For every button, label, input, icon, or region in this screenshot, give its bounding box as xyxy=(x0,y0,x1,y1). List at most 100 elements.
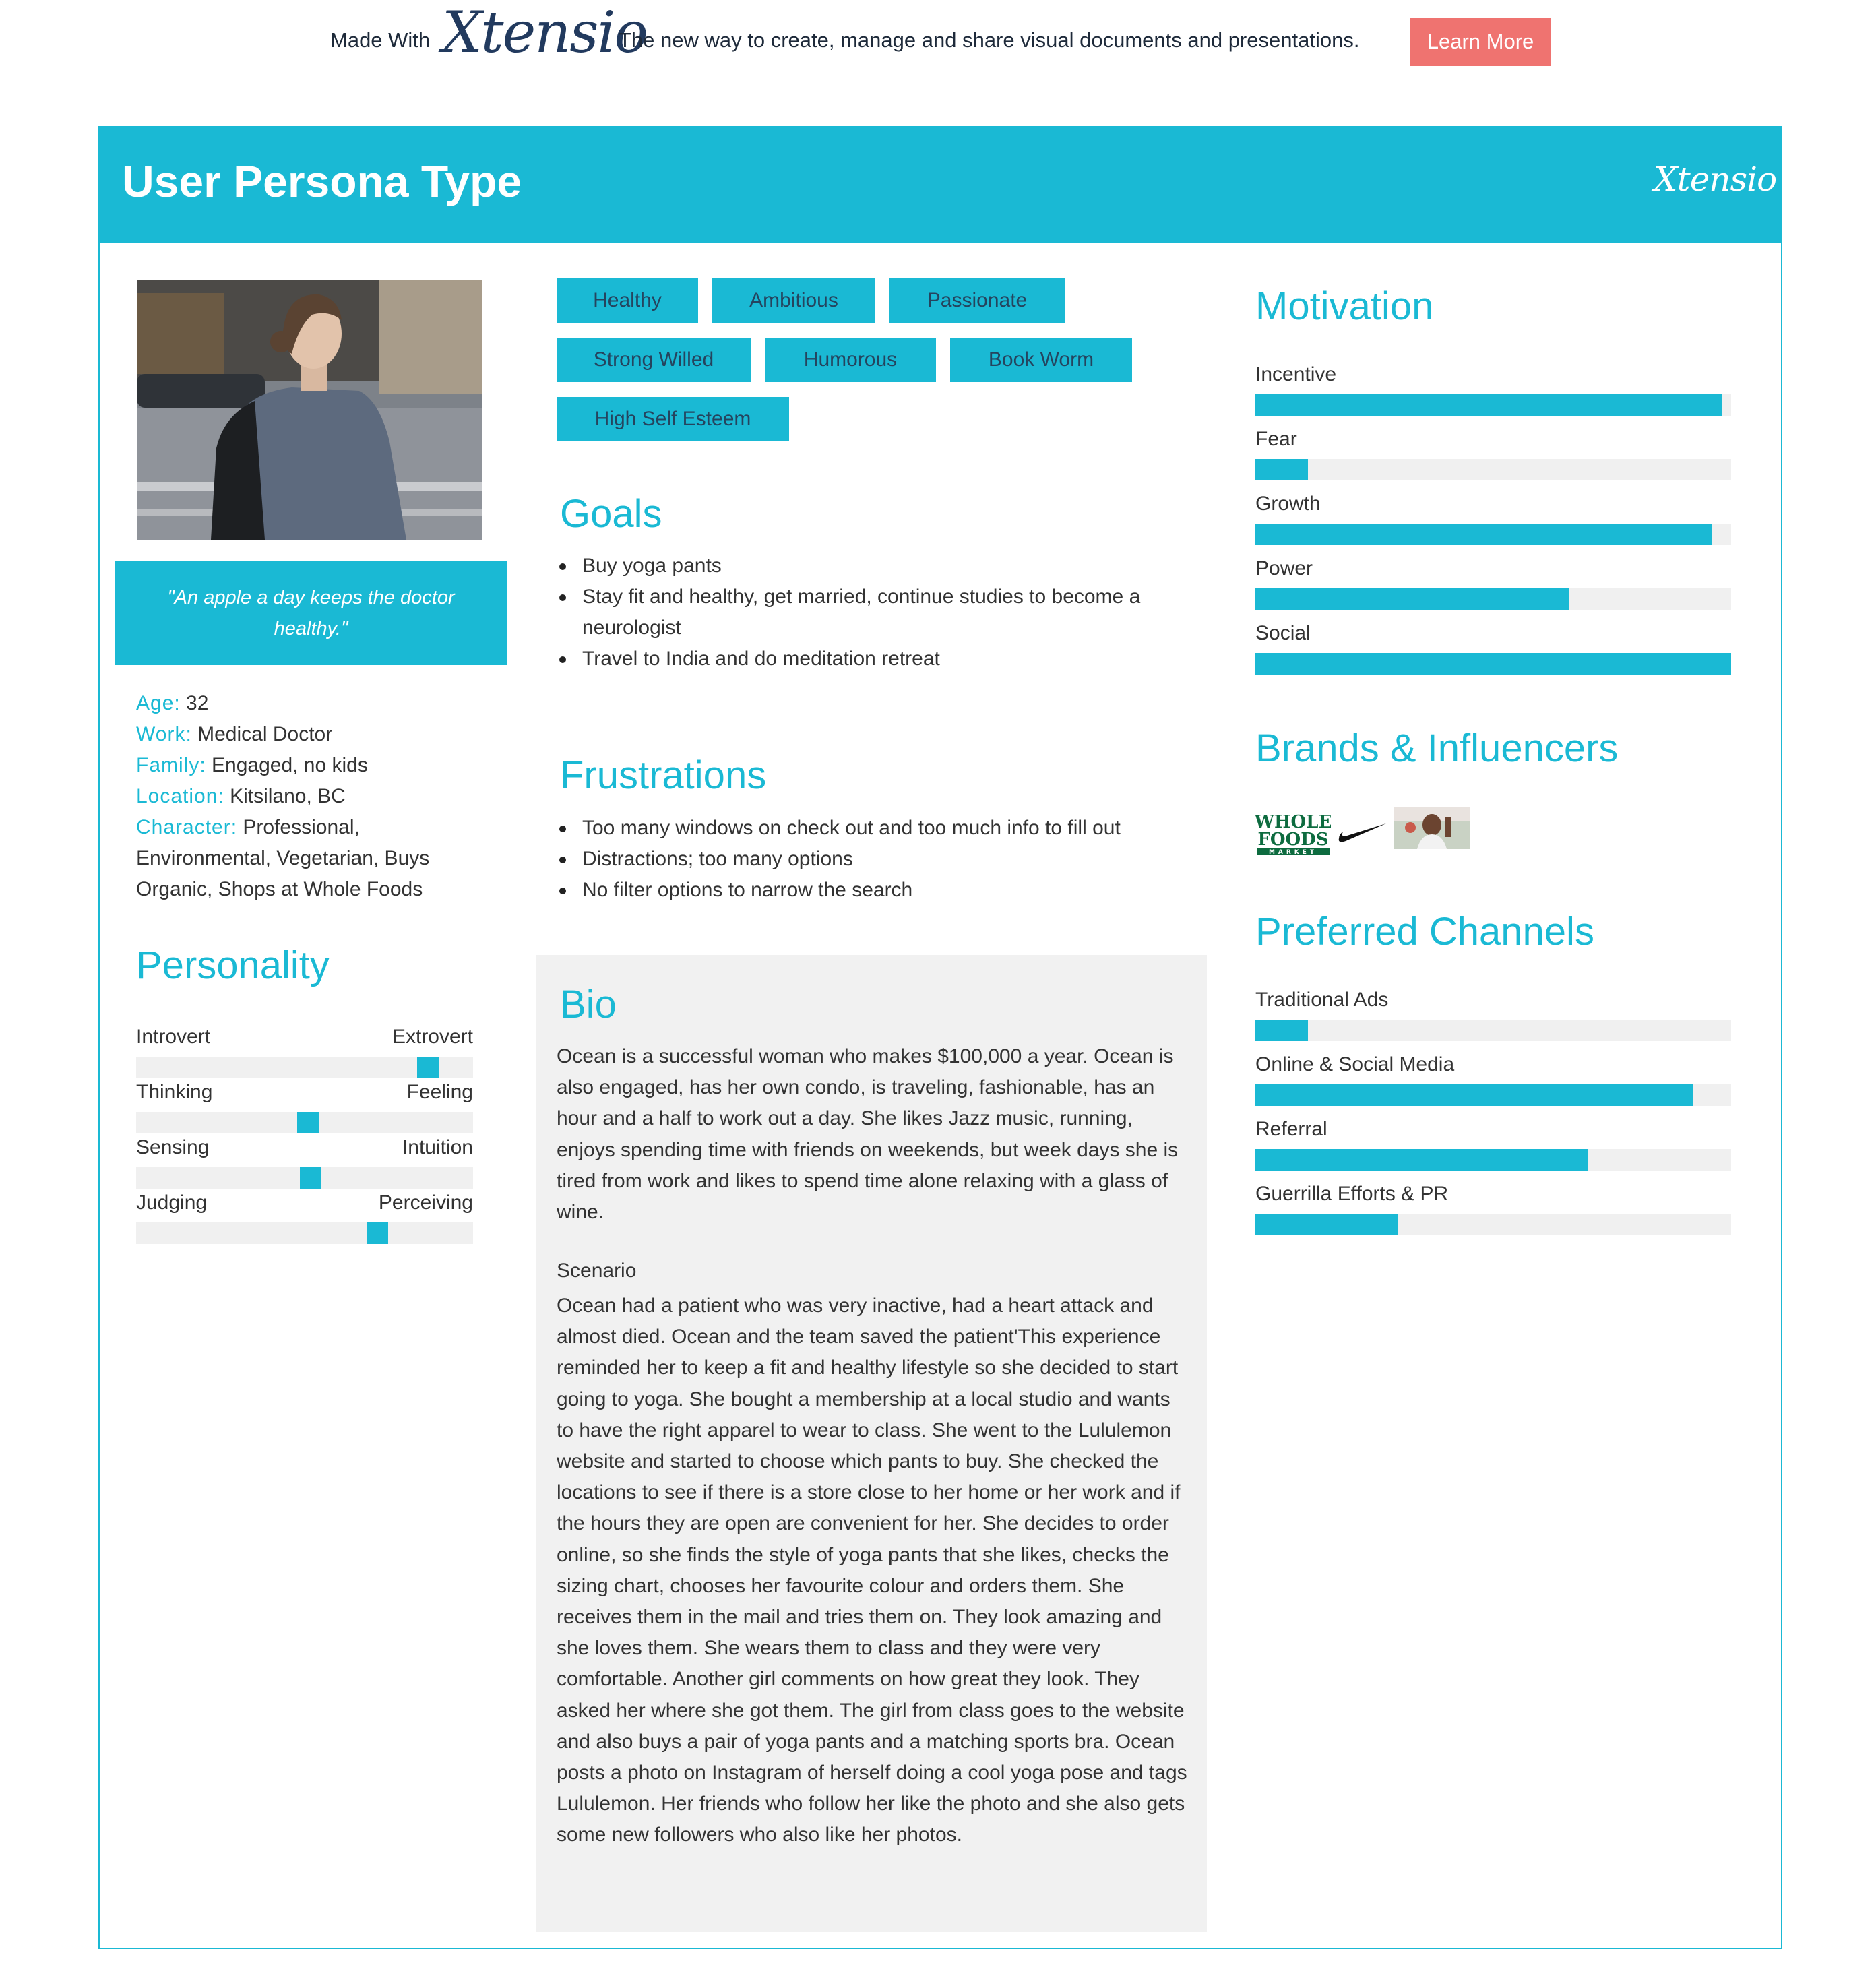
persona-card: User Persona Type Xtensio "An apple a da… xyxy=(98,126,1782,1949)
meter-fill xyxy=(1255,524,1712,545)
promo-tagline: The new way to create, manage and share … xyxy=(619,28,1360,52)
meter-label: Traditional Ads xyxy=(1255,989,1389,1011)
goals-list: Buy yoga pants Stay fit and healthy, get… xyxy=(557,551,1197,675)
meter-label: Fear xyxy=(1255,428,1297,450)
scale-left-label: Judging xyxy=(136,1191,208,1214)
scale-right-label: Perceiving xyxy=(378,1191,473,1214)
trait-tag: Healthy xyxy=(557,278,698,323)
persona-photo-image xyxy=(137,280,482,540)
trait-tag: Passionate xyxy=(889,278,1065,323)
whole-foods-logo: WHOLE FOODS MARKET xyxy=(1255,809,1331,856)
meter-track xyxy=(1255,459,1731,480)
meter-fill xyxy=(1255,1020,1308,1041)
whole-foods-word-2: FOODS xyxy=(1257,830,1328,850)
trait-tag: Humorous xyxy=(765,338,936,382)
frustrations-heading: Frustrations xyxy=(560,753,767,797)
page-title: User Persona Type xyxy=(122,156,522,206)
family-label: Family: xyxy=(136,754,206,776)
meter-track xyxy=(1255,524,1731,545)
brands-heading: Brands & Influencers xyxy=(1255,726,1619,770)
meter-track xyxy=(1255,588,1731,610)
meter-fill xyxy=(1255,1149,1589,1171)
fact-family: Family: Engaged, no kids xyxy=(136,750,487,781)
scale-marker xyxy=(367,1222,388,1244)
meter-label: Referral xyxy=(1255,1118,1327,1140)
meter-fill xyxy=(1255,1214,1398,1235)
persona-photo xyxy=(137,280,482,540)
scale-marker xyxy=(417,1057,439,1078)
location-label: Location: xyxy=(136,785,224,807)
fact-age: Age: 32 xyxy=(136,688,487,719)
made-with-label: Made With xyxy=(330,28,431,52)
scenario-heading: Scenario xyxy=(557,1259,637,1282)
character-label: Character: xyxy=(136,816,238,838)
family-value: Engaged, no kids xyxy=(206,754,368,776)
brand-logos: WHOLE FOODS MARKET xyxy=(1255,803,1484,857)
xtensio-header-logo: Xtensio xyxy=(1654,160,1777,199)
meter-fill xyxy=(1255,588,1569,610)
age-label: Age: xyxy=(136,692,181,714)
goals-heading: Goals xyxy=(560,492,662,536)
fact-character: Character: Professional, Environmental, … xyxy=(136,812,487,905)
list-item: Distractions; too many options xyxy=(557,844,1197,875)
list-item: Too many windows on check out and too mu… xyxy=(557,813,1197,844)
trait-tag: High Self Esteem xyxy=(557,397,789,441)
trait-tag: Ambitious xyxy=(712,278,875,323)
fact-location: Location: Kitsilano, BC xyxy=(136,781,487,812)
meter-label: Incentive xyxy=(1255,363,1337,385)
age-value: 32 xyxy=(180,692,209,714)
meter-track xyxy=(1255,1084,1731,1106)
list-item: Travel to India and do meditation retrea… xyxy=(557,644,1197,675)
meter-label: Guerrilla Efforts & PR xyxy=(1255,1183,1449,1205)
fact-work: Work: Medical Doctor xyxy=(136,719,487,750)
location-value: Kitsilano, BC xyxy=(224,785,346,807)
work-value: Medical Doctor xyxy=(191,723,333,745)
scale-right-label: Intuition xyxy=(402,1136,473,1158)
personality-heading: Personality xyxy=(136,943,330,987)
meter-label: Social xyxy=(1255,622,1311,644)
nike-swoosh-logo xyxy=(1338,823,1386,842)
meter-track xyxy=(1255,394,1731,416)
scale-marker xyxy=(300,1167,321,1189)
meter-track xyxy=(1255,1149,1731,1171)
meter-label: Online & Social Media xyxy=(1255,1053,1455,1076)
scale-track xyxy=(136,1222,473,1244)
trait-tag: Strong Willed xyxy=(557,338,751,382)
meter-track xyxy=(1255,1214,1731,1235)
meter-track xyxy=(1255,1020,1731,1041)
scale-marker xyxy=(297,1112,319,1133)
meter-fill xyxy=(1255,653,1731,675)
persona-facts: Age: 32 Work: Medical Doctor Family: Eng… xyxy=(136,688,487,905)
meter-label: Growth xyxy=(1255,493,1321,515)
scale-right-label: Feeling xyxy=(406,1081,473,1103)
scale-left-label: Sensing xyxy=(136,1136,210,1158)
channels-heading: Preferred Channels xyxy=(1255,910,1594,954)
frustrations-list: Too many windows on check out and too mu… xyxy=(557,813,1197,906)
bio-text: Ocean is a successful woman who makes $1… xyxy=(557,1045,1179,1224)
whole-foods-word-3: MARKET xyxy=(1269,849,1317,856)
list-item: Stay fit and healthy, get married, conti… xyxy=(557,582,1197,644)
meter-label: Power xyxy=(1255,557,1313,580)
xtensio-logo[interactable]: Xtensio xyxy=(442,4,648,61)
persona-quote: "An apple a day keeps the doctor healthy… xyxy=(115,561,507,665)
scale-left-label: Introvert xyxy=(136,1026,211,1048)
list-item: No filter options to narrow the search xyxy=(557,875,1197,906)
promo-banner: Made With Xtensio The new way to create,… xyxy=(0,0,1876,88)
learn-more-button[interactable]: Learn More xyxy=(1410,18,1551,66)
bio-panel: Bio Ocean is a successful woman who make… xyxy=(536,955,1207,1932)
work-label: Work: xyxy=(136,723,192,745)
scale-right-label: Extrovert xyxy=(392,1026,473,1048)
meter-track xyxy=(1255,653,1731,675)
trait-tag: Book Worm xyxy=(950,338,1132,382)
motivation-heading: Motivation xyxy=(1255,284,1434,328)
bio-heading: Bio xyxy=(560,983,617,1026)
meter-fill xyxy=(1255,394,1722,416)
athlete-photo xyxy=(1394,807,1470,849)
scenario-text: Ocean had a patient who was very inactiv… xyxy=(557,1295,1187,1846)
meter-fill xyxy=(1255,1084,1693,1106)
card-header: User Persona Type Xtensio xyxy=(100,127,1781,243)
meter-fill xyxy=(1255,459,1308,480)
list-item: Buy yoga pants xyxy=(557,551,1197,582)
scale-left-label: Thinking xyxy=(136,1081,213,1103)
quote-text: "An apple a day keeps the doctor healthy… xyxy=(167,587,455,640)
